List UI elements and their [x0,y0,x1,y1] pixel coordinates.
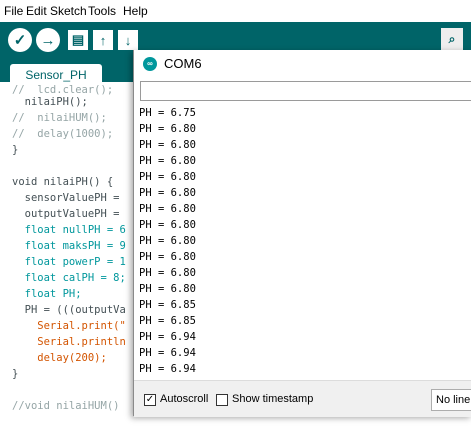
code-line: outputValuePH = [12,208,120,220]
code-line: float powerP = 1 [12,256,126,268]
output-line: PH = 6.85 [139,315,196,327]
menu-sketch[interactable]: Sketch [50,4,87,18]
menu-help[interactable]: Help [123,4,148,18]
serial-output[interactable]: PH = 6.75 PH = 6.80 PH = 6.80 PH = 6.80 … [134,106,471,378]
output-line: PH = 6.75 [139,107,196,119]
window-titlebar[interactable]: ∞ COM6 [134,50,471,78]
output-line: PH = 6.80 [139,219,196,231]
output-line: PH = 6.85 [139,299,196,311]
code-line: float nullPH = 6 [12,224,126,236]
serial-monitor-icon[interactable]: ⌕ [441,28,463,50]
code-line: PH = (((outputVa [12,304,126,316]
save-icon[interactable]: ↓ [118,30,138,50]
code-line: } [12,144,19,156]
window-title: COM6 [164,56,202,71]
verify-icon[interactable]: ✓ [8,28,32,52]
output-line: PH = 6.80 [139,187,196,199]
code-line: // nilaiHUM(); [12,112,107,124]
timestamp-checkbox[interactable] [216,394,228,406]
open-icon[interactable]: ↑ [93,30,113,50]
menu-bar: File Edit Sketch Tools Help [0,0,471,22]
output-line: PH = 6.94 [139,347,196,359]
serial-monitor-window: ∞ COM6 PH = 6.75 PH = 6.80 PH = 6.80 PH … [133,50,471,417]
menu-file[interactable]: File [4,4,23,18]
upload-icon[interactable]: → [36,28,60,52]
code-line: Serial.print(" [12,320,126,332]
output-line: PH = 6.80 [139,139,196,151]
code-line: delay(200); [12,352,107,364]
output-line: PH = 6.80 [139,203,196,215]
code-line: float maksPH = 9 [12,240,126,252]
code-line: nilaiPH(); [12,96,88,108]
autoscroll-label: Autoscroll [160,393,209,405]
arduino-icon: ∞ [143,57,157,71]
output-line: PH = 6.80 [139,235,196,247]
code-line: float calPH = 8; [12,272,126,284]
timestamp-label: Show timestamp [232,393,314,405]
code-line: //void nilaiHUM() [12,400,120,412]
output-line: PH = 6.80 [139,171,196,183]
output-line: PH = 6.94 [139,363,196,375]
code-line: Serial.println [12,336,126,348]
code-line: sensorValuePH = [12,192,120,204]
output-line: PH = 6.80 [139,123,196,135]
code-line: float PH; [12,288,82,300]
menu-edit[interactable]: Edit [26,4,47,18]
menu-tools[interactable]: Tools [88,4,116,18]
code-line: // delay(1000); [12,128,114,140]
output-line: PH = 6.80 [139,251,196,263]
output-line: PH = 6.80 [139,283,196,295]
output-line: PH = 6.94 [139,331,196,343]
output-line: PH = 6.80 [139,155,196,167]
code-line: } [12,368,19,380]
code-line: void nilaiPH() { [12,176,114,188]
output-line: PH = 6.80 [139,267,196,279]
autoscroll-checkbox[interactable]: ✓ [144,394,156,406]
line-ending-select[interactable]: No line ending [431,389,471,411]
serial-options-bar: ✓ Autoscroll Show timestamp No line endi… [134,380,471,417]
send-input[interactable] [140,81,471,101]
new-sketch-icon[interactable]: ▤ [68,30,88,50]
